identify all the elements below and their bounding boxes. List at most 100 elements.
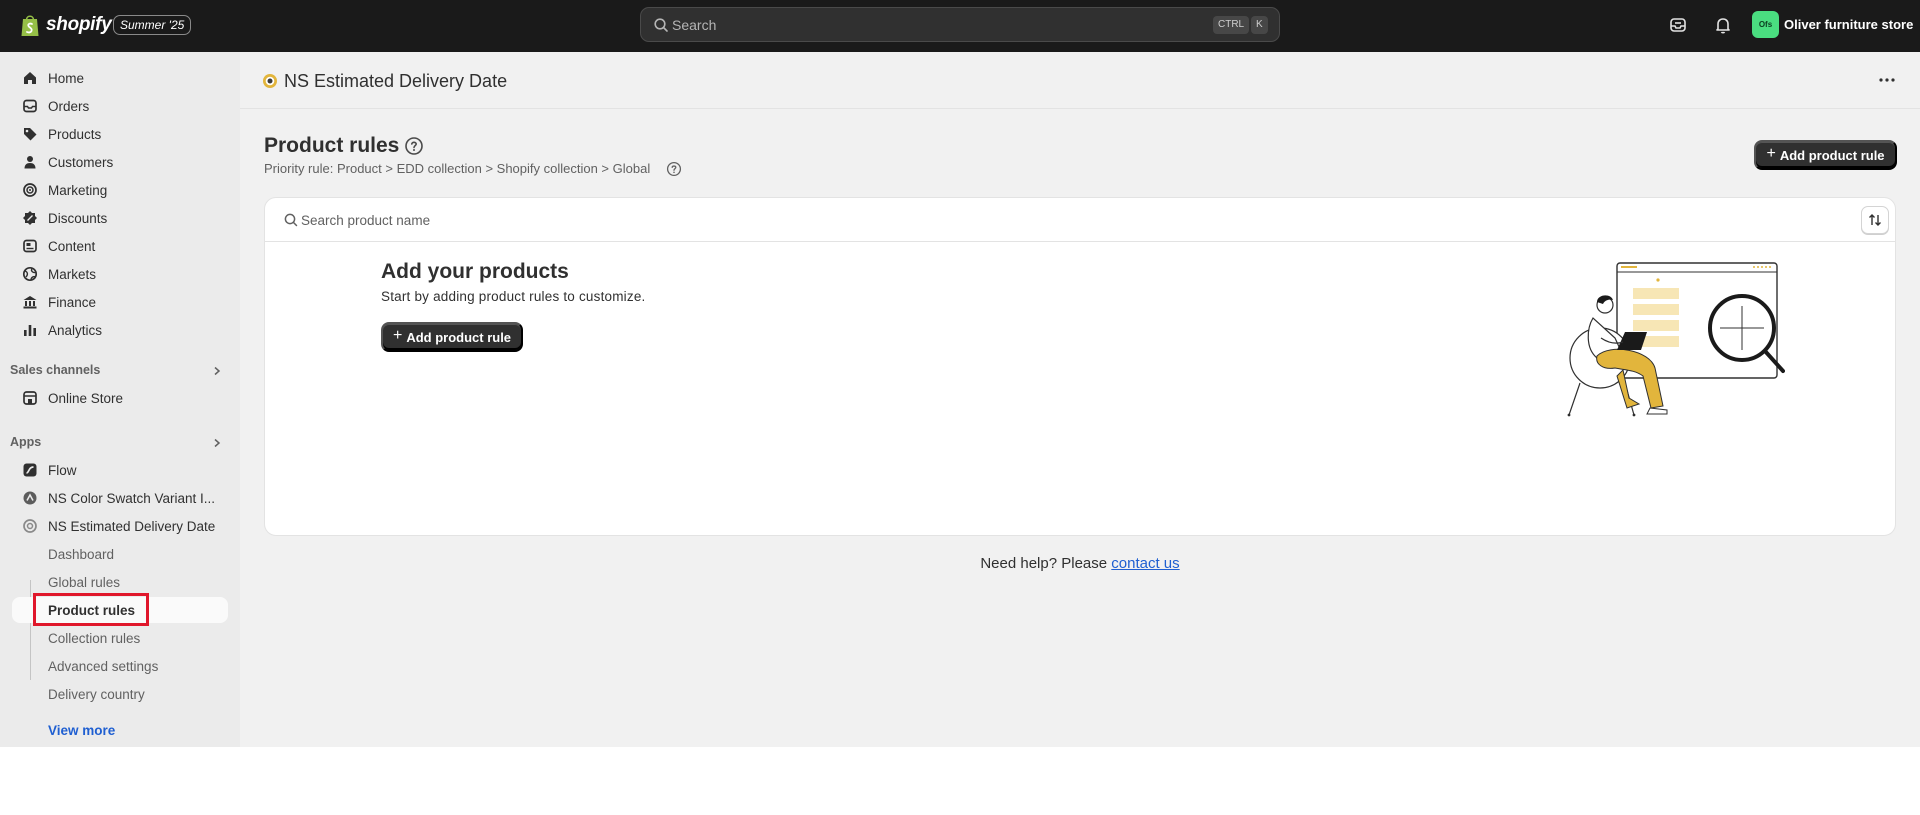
sidebar-item-label: Customers	[48, 155, 114, 170]
sidebar-subitem-dashboard[interactable]: Dashboard	[12, 541, 228, 567]
plus-icon: +	[392, 327, 403, 344]
main-content: NS Estimated Delivery Date Product rules…	[240, 52, 1920, 747]
delivery-app-icon	[23, 519, 37, 533]
sidebar-item-label: NS Estimated Delivery Date	[48, 519, 216, 534]
chevron-right-icon[interactable]	[212, 366, 222, 376]
store-name[interactable]: Oliver furniture store	[1784, 17, 1913, 32]
contact-us-link[interactable]: contact us	[1111, 555, 1179, 572]
sidebar-item-label: Finance	[48, 295, 97, 310]
help-icon[interactable]	[666, 161, 682, 177]
sidebar-subitem-delivery-country[interactable]: Delivery country	[12, 681, 228, 707]
globe-icon	[22, 266, 38, 282]
empty-state-add-product-rule-button[interactable]: + Add product rule	[381, 322, 523, 352]
app-header: NS Estimated Delivery Date	[240, 52, 1920, 109]
sidebar-item-label: NS Color Swatch Variant I...	[48, 491, 216, 506]
sidebar-app-flow[interactable]: Flow	[12, 457, 228, 483]
app-title: NS Estimated Delivery Date	[284, 71, 508, 91]
sidebar-subitem-global-rules[interactable]: Global rules	[12, 569, 228, 595]
edition-badge[interactable]: Summer '25	[113, 15, 192, 35]
sidebar-item-label: Flow	[48, 463, 77, 478]
product-search-bar	[265, 198, 1895, 242]
color-swatch-app-icon	[23, 491, 37, 505]
shopify-bag-icon	[21, 15, 39, 36]
app-logo-icon	[263, 74, 277, 88]
sidebar-subitem-label: Advanced settings	[48, 659, 159, 674]
sidebar: Home Orders Products Customers Marketing…	[0, 52, 240, 747]
sidebar-item-finance[interactable]: Finance	[12, 289, 228, 315]
help-icon[interactable]	[404, 136, 424, 156]
search-icon	[284, 213, 298, 227]
sidebar-item-label: Markets	[48, 267, 97, 282]
sidebar-item-label: Products	[48, 127, 102, 142]
orders-icon	[23, 99, 37, 113]
content-icon	[23, 239, 37, 253]
sidebar-item-markets[interactable]: Markets	[12, 261, 228, 287]
sidebar-subitem-label: Dashboard	[48, 547, 115, 562]
page-title: Product rules	[264, 134, 400, 157]
product-search-input[interactable]	[301, 208, 1801, 232]
sort-arrows-icon	[1869, 214, 1881, 226]
sidebar-item-label: Content	[48, 239, 96, 254]
sidebar-item-marketing[interactable]: Marketing	[12, 177, 228, 203]
product-rules-card: Add your products Start by adding produc…	[264, 197, 1896, 536]
store-icon	[23, 391, 37, 405]
discount-icon	[23, 211, 37, 225]
sidebar-item-customers[interactable]: Customers	[12, 149, 228, 175]
sidebar-item-products[interactable]: Products	[12, 121, 228, 147]
search-icon	[654, 18, 668, 32]
shopify-wordmark: shopify	[46, 14, 112, 35]
chart-icon	[24, 325, 36, 336]
sidebar-item-label: Online Store	[48, 391, 124, 406]
button-label: Add product rule	[1779, 147, 1885, 163]
shortcut-ctrl-key: CTRL	[1213, 16, 1250, 34]
sidebar-item-label: Marketing	[48, 183, 108, 198]
home-icon	[24, 72, 36, 84]
shopify-logo[interactable]: shopify	[20, 13, 112, 37]
sidebar-item-label: Analytics	[48, 323, 103, 338]
store-avatar[interactable]: Ofs	[1752, 11, 1779, 38]
sidebar-subitem-advanced-settings[interactable]: Advanced settings	[12, 653, 228, 679]
inbox-icon[interactable]	[1668, 15, 1688, 35]
chevron-right-icon[interactable]	[212, 438, 222, 448]
sidebar-item-orders[interactable]: Orders	[12, 93, 228, 119]
more-actions-icon[interactable]	[1878, 74, 1896, 86]
sidebar-app-estimated-delivery[interactable]: NS Estimated Delivery Date	[12, 513, 228, 539]
button-label: Add product rule	[406, 329, 512, 345]
sidebar-item-label: Orders	[48, 99, 90, 114]
sort-button[interactable]	[1861, 206, 1889, 234]
flow-icon	[23, 463, 37, 477]
sidebar-item-label: Discounts	[48, 211, 108, 226]
tag-icon	[24, 128, 37, 141]
shortcut-k-key: K	[1251, 16, 1268, 34]
sidebar-item-content[interactable]: Content	[12, 233, 228, 259]
global-search-bar[interactable]: Search CTRL K	[640, 7, 1280, 42]
bell-icon[interactable]	[1713, 15, 1733, 35]
view-more-link[interactable]: View more	[48, 723, 115, 738]
sales-channels-heading[interactable]: Sales channels	[10, 363, 100, 377]
sidebar-subitem-label: Global rules	[48, 575, 121, 590]
sidebar-item-analytics[interactable]: Analytics	[12, 317, 228, 343]
priority-rule-text: Priority rule: Product > EDD collection …	[264, 161, 651, 176]
sidebar-item-online-store[interactable]: Online Store	[12, 385, 228, 411]
sidebar-subitem-label: Collection rules	[48, 631, 141, 646]
top-bar: shopify Summer '25 Search CTRL K Ofs Oli…	[0, 0, 1920, 52]
help-footer: Need help? Please contact us	[240, 555, 1920, 572]
sidebar-subitem-collection-rules[interactable]: Collection rules	[12, 625, 228, 651]
help-text: Need help? Please	[980, 555, 1108, 572]
empty-state-title: Add your products	[381, 260, 569, 283]
sidebar-subitem-label: Delivery country	[48, 687, 145, 702]
plus-icon: +	[1766, 145, 1776, 162]
global-search-placeholder: Search	[672, 17, 717, 33]
apps-heading[interactable]: Apps	[10, 435, 41, 449]
empty-state-subtitle: Start by adding product rules to customi…	[381, 289, 646, 304]
empty-state-illustration	[1567, 262, 1785, 417]
sidebar-item-home[interactable]: Home	[12, 65, 228, 91]
sidebar-item-label: Home	[48, 71, 85, 86]
person-icon	[24, 156, 36, 169]
sidebar-app-color-swatch[interactable]: NS Color Swatch Variant I...	[12, 485, 228, 511]
selection-highlight-box	[33, 593, 149, 626]
target-icon	[23, 183, 37, 197]
add-product-rule-button[interactable]: + Add product rule	[1754, 140, 1897, 170]
bank-icon	[23, 296, 37, 309]
sidebar-item-discounts[interactable]: Discounts	[12, 205, 228, 231]
